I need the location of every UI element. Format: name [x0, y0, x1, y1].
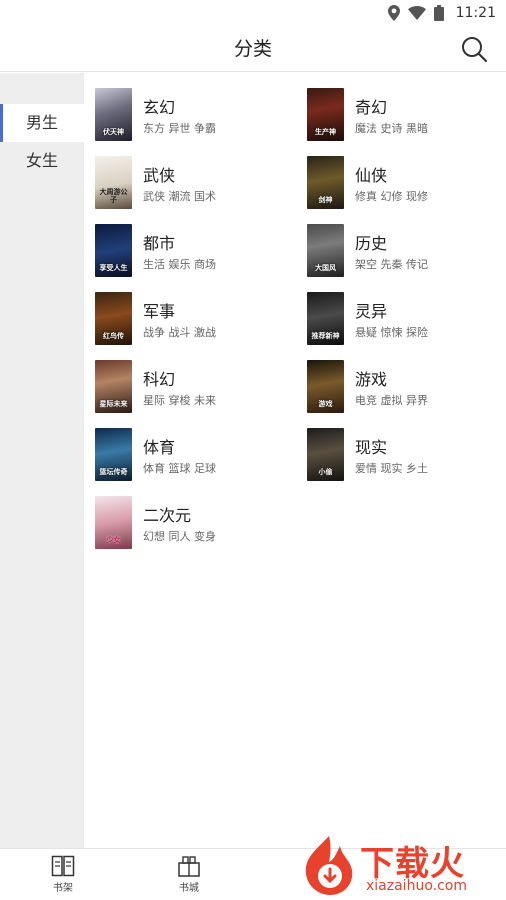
category-name: 仙侠	[355, 166, 388, 185]
book-cover: 大国风	[307, 224, 344, 277]
category-xuanhuan[interactable]: 伏天神 玄幻 东方 异世 争霸	[95, 88, 295, 142]
category-tags: 架空 先秦 传记	[355, 258, 428, 271]
sidebar-item-female[interactable]: 女生	[0, 142, 84, 180]
category-name: 玄幻	[143, 98, 176, 117]
category-name: 游戏	[355, 370, 388, 389]
book-cover: 游戏	[307, 360, 344, 413]
book-cover: 星际未来	[95, 360, 132, 413]
book-cover: 大周游公子	[95, 156, 132, 209]
category-name: 现实	[355, 438, 388, 457]
book-cover: 伏天神	[95, 88, 132, 141]
book-cover: 小偷	[307, 428, 344, 481]
page-title: 分类	[233, 38, 272, 60]
book-cover: 篮坛传奇	[95, 428, 132, 481]
book-cover: 推荐新神	[307, 292, 344, 345]
category-tags: 武侠 潮流 国术	[143, 190, 216, 203]
book-cover: 红鸟传	[95, 292, 132, 345]
category-name: 奇幻	[355, 98, 388, 117]
search-icon[interactable]	[460, 35, 488, 63]
status-bar: 11:21	[0, 0, 506, 26]
category-tags: 星际 穿梭 未来	[143, 394, 216, 407]
category-tiyu[interactable]: 篮坛传奇 体育 体育 篮球 足球	[95, 428, 295, 482]
category-tags: 爱情 现实 乡土	[355, 462, 428, 475]
book-cover: 剑神	[307, 156, 344, 209]
gender-sidebar: 男生 女生	[0, 73, 84, 848]
wifi-icon	[407, 6, 426, 20]
book-cover: 享受人生	[95, 224, 132, 277]
category-name: 灵异	[355, 302, 388, 321]
category-erciyuan[interactable]: 少女 二次元 幻想 同人 变身	[95, 496, 295, 550]
category-qihuan[interactable]: 生产神 奇幻 魔法 史诗 黑暗	[307, 88, 506, 142]
sidebar-item-label: 女生	[25, 151, 58, 170]
app-header: 分类	[0, 26, 506, 72]
book-cover: 生产神	[307, 88, 344, 141]
book-open-icon	[51, 855, 75, 877]
category-name: 体育	[143, 438, 176, 457]
category-wuxia[interactable]: 大周游公子 武侠 武侠 潮流 国术	[95, 156, 295, 210]
book-cover: 少女	[95, 496, 132, 549]
category-dushi[interactable]: 享受人生 都市 生活 娱乐 商场	[95, 224, 295, 278]
category-kehuan[interactable]: 星际未来 科幻 星际 穿梭 未来	[95, 360, 295, 414]
category-youxi[interactable]: 游戏 游戏 电竞 虚拟 异界	[307, 360, 506, 414]
watermark-url: xiazaihuo.com	[366, 878, 467, 894]
category-name: 科幻	[143, 370, 176, 389]
category-tags: 战争 战斗 激战	[143, 326, 216, 339]
category-tags: 魔法 史诗 黑暗	[355, 122, 428, 135]
category-junshi[interactable]: 红鸟传 军事 战争 战斗 激战	[95, 292, 295, 346]
store-icon	[178, 856, 200, 877]
tab-label: 书城	[179, 883, 199, 894]
category-lishi[interactable]: 大国风 历史 架空 先秦 传记	[307, 224, 506, 278]
category-name: 军事	[143, 302, 176, 321]
watermark-logo: 下载火 xiazaihuo.com	[296, 832, 506, 898]
category-tags: 电竞 虚拟 异界	[355, 394, 428, 407]
category-name: 二次元	[143, 506, 192, 525]
tab-bookstore[interactable]: 书城	[159, 855, 219, 899]
category-tags: 修真 幻修 现修	[355, 190, 428, 203]
category-xianxia[interactable]: 剑神 仙侠 修真 幻修 现修	[307, 156, 506, 210]
category-name: 历史	[355, 234, 388, 253]
sidebar-item-label: 男生	[25, 113, 58, 132]
category-tags: 生活 娱乐 商场	[143, 258, 216, 271]
battery-icon	[433, 5, 444, 21]
location-icon	[387, 5, 400, 21]
category-tags: 体育 篮球 足球	[143, 462, 216, 475]
category-tags: 悬疑 惊悚 探险	[355, 326, 428, 339]
category-name: 都市	[143, 234, 176, 253]
category-xianshi[interactable]: 小偷 现实 爱情 现实 乡土	[307, 428, 506, 482]
category-tags: 幻想 同人 变身	[143, 530, 216, 543]
flame-logo-icon	[305, 836, 353, 895]
tab-label: 书架	[53, 883, 73, 894]
category-grid: 伏天神 玄幻 东方 异世 争霸 生产神 奇幻 魔法 史诗 黑暗 大周游公子 武侠…	[84, 73, 506, 848]
sidebar-item-male[interactable]: 男生	[0, 104, 84, 142]
status-time: 11:21	[455, 5, 496, 21]
category-name: 武侠	[143, 166, 176, 185]
category-tags: 东方 异世 争霸	[143, 122, 216, 135]
tab-bookshelf[interactable]: 书架	[33, 855, 93, 899]
category-lingyi[interactable]: 推荐新神 灵异 悬疑 惊悚 探险	[307, 292, 506, 346]
